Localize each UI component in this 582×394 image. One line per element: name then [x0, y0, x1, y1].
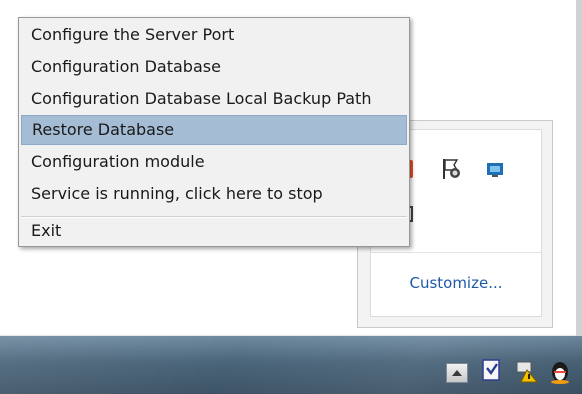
tray-context-menu: Configure the Server Port Configuration … — [18, 17, 410, 247]
customize-link[interactable]: Customize... — [371, 274, 541, 292]
flyout-divider — [371, 252, 541, 253]
menu-item-stop-service[interactable]: Service is running, click here to stop — [21, 179, 407, 209]
show-hidden-icons-chevron[interactable] — [446, 363, 468, 383]
menu-item-configure-server-port[interactable]: Configure the Server Port — [21, 20, 407, 50]
network-warning-icon[interactable] — [515, 358, 539, 384]
taskbar — [0, 336, 582, 394]
menu-item-configuration-database[interactable]: Configuration Database — [21, 52, 407, 82]
window-edge — [576, 0, 582, 336]
menu-item-configuration-module[interactable]: Configuration module — [21, 147, 407, 177]
qq-penguin-icon[interactable] — [548, 358, 572, 384]
network-icon[interactable] — [487, 162, 503, 177]
menu-item-restore-database[interactable]: Restore Database — [21, 115, 407, 145]
menu-item-exit[interactable]: Exit — [21, 216, 407, 246]
menu-item-local-backup-path[interactable]: Configuration Database Local Backup Path — [21, 84, 407, 114]
document-check-icon[interactable] — [480, 358, 504, 384]
security-flag-icon[interactable] — [441, 158, 461, 179]
